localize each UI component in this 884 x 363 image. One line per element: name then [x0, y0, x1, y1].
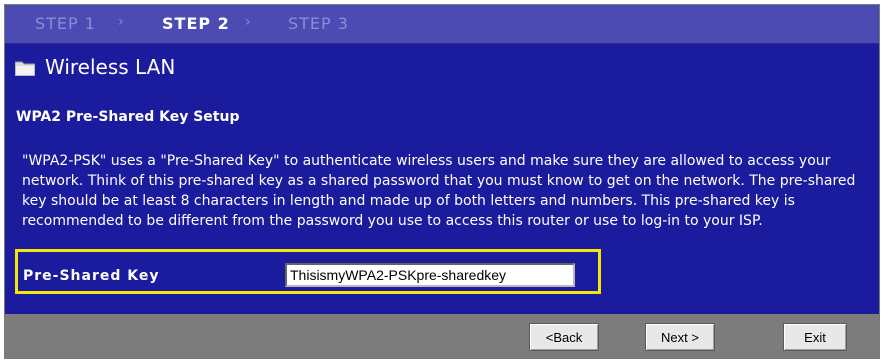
wizard-window: STEP 1 › STEP 2 › STEP 3 Wireless LAN WP… [4, 4, 880, 359]
step-indicator-bar: STEP 1 › STEP 2 › STEP 3 [5, 5, 879, 44]
step-1-label: STEP 1 [35, 14, 96, 33]
section-description: "WPA2-PSK" uses a "Pre-Shared Key" to au… [22, 153, 856, 229]
window-title-bar: Wireless LAN [5, 51, 879, 85]
page-title: Wireless LAN [45, 55, 176, 79]
back-button[interactable]: <Back [529, 323, 599, 351]
button-bar: <Back Next > Exit [5, 314, 879, 358]
psk-input[interactable] [285, 263, 575, 287]
step-2-label: STEP 2 [162, 14, 230, 33]
folder-icon [15, 61, 35, 76]
exit-button[interactable]: Exit [783, 323, 847, 351]
step-arrow-icon: › [118, 14, 124, 30]
step-3-label: STEP 3 [288, 14, 349, 33]
next-button[interactable]: Next > [645, 323, 715, 351]
psk-label: Pre-Shared Key [23, 268, 160, 284]
step-arrow-icon: › [245, 14, 251, 30]
section-heading: WPA2 Pre-Shared Key Setup [16, 109, 240, 125]
